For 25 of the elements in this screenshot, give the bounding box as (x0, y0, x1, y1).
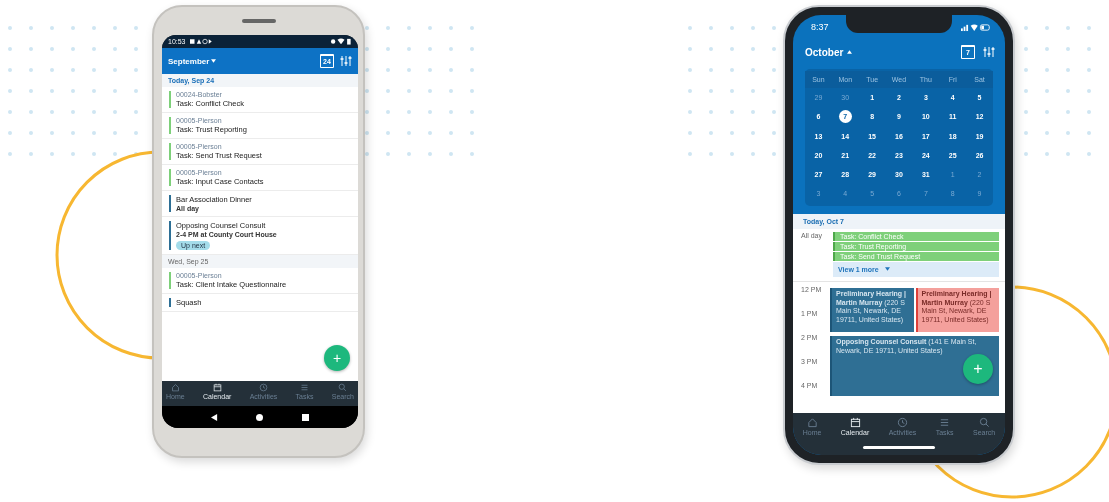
status-time: 8:37 (811, 22, 829, 32)
month-dropdown[interactable]: October (805, 46, 844, 58)
home-icon[interactable] (256, 413, 264, 421)
home-icon (170, 383, 180, 392)
speaker-slot (242, 19, 276, 23)
month-dropdown[interactable]: September (168, 56, 210, 66)
home-indicator (863, 446, 935, 449)
filter-sliders-icon[interactable] (340, 55, 352, 67)
search-icon (978, 417, 990, 428)
caret-down-icon (884, 267, 890, 272)
back-icon[interactable] (211, 413, 219, 421)
caret-up-icon[interactable] (847, 50, 853, 54)
calendar-icon (212, 383, 222, 392)
filter-sliders-icon[interactable] (983, 46, 995, 58)
home-icon (806, 417, 818, 428)
search-icon (338, 383, 348, 392)
clock-icon (259, 383, 268, 392)
signal-wifi-battery-icons (961, 22, 991, 32)
list-icon (300, 383, 310, 392)
recents-icon[interactable] (301, 413, 309, 421)
caret-down-icon[interactable] (211, 59, 217, 63)
clock-icon (896, 417, 908, 428)
calendar-icon (849, 417, 861, 428)
list-icon (939, 417, 951, 428)
battery-wifi-icons (330, 38, 352, 45)
